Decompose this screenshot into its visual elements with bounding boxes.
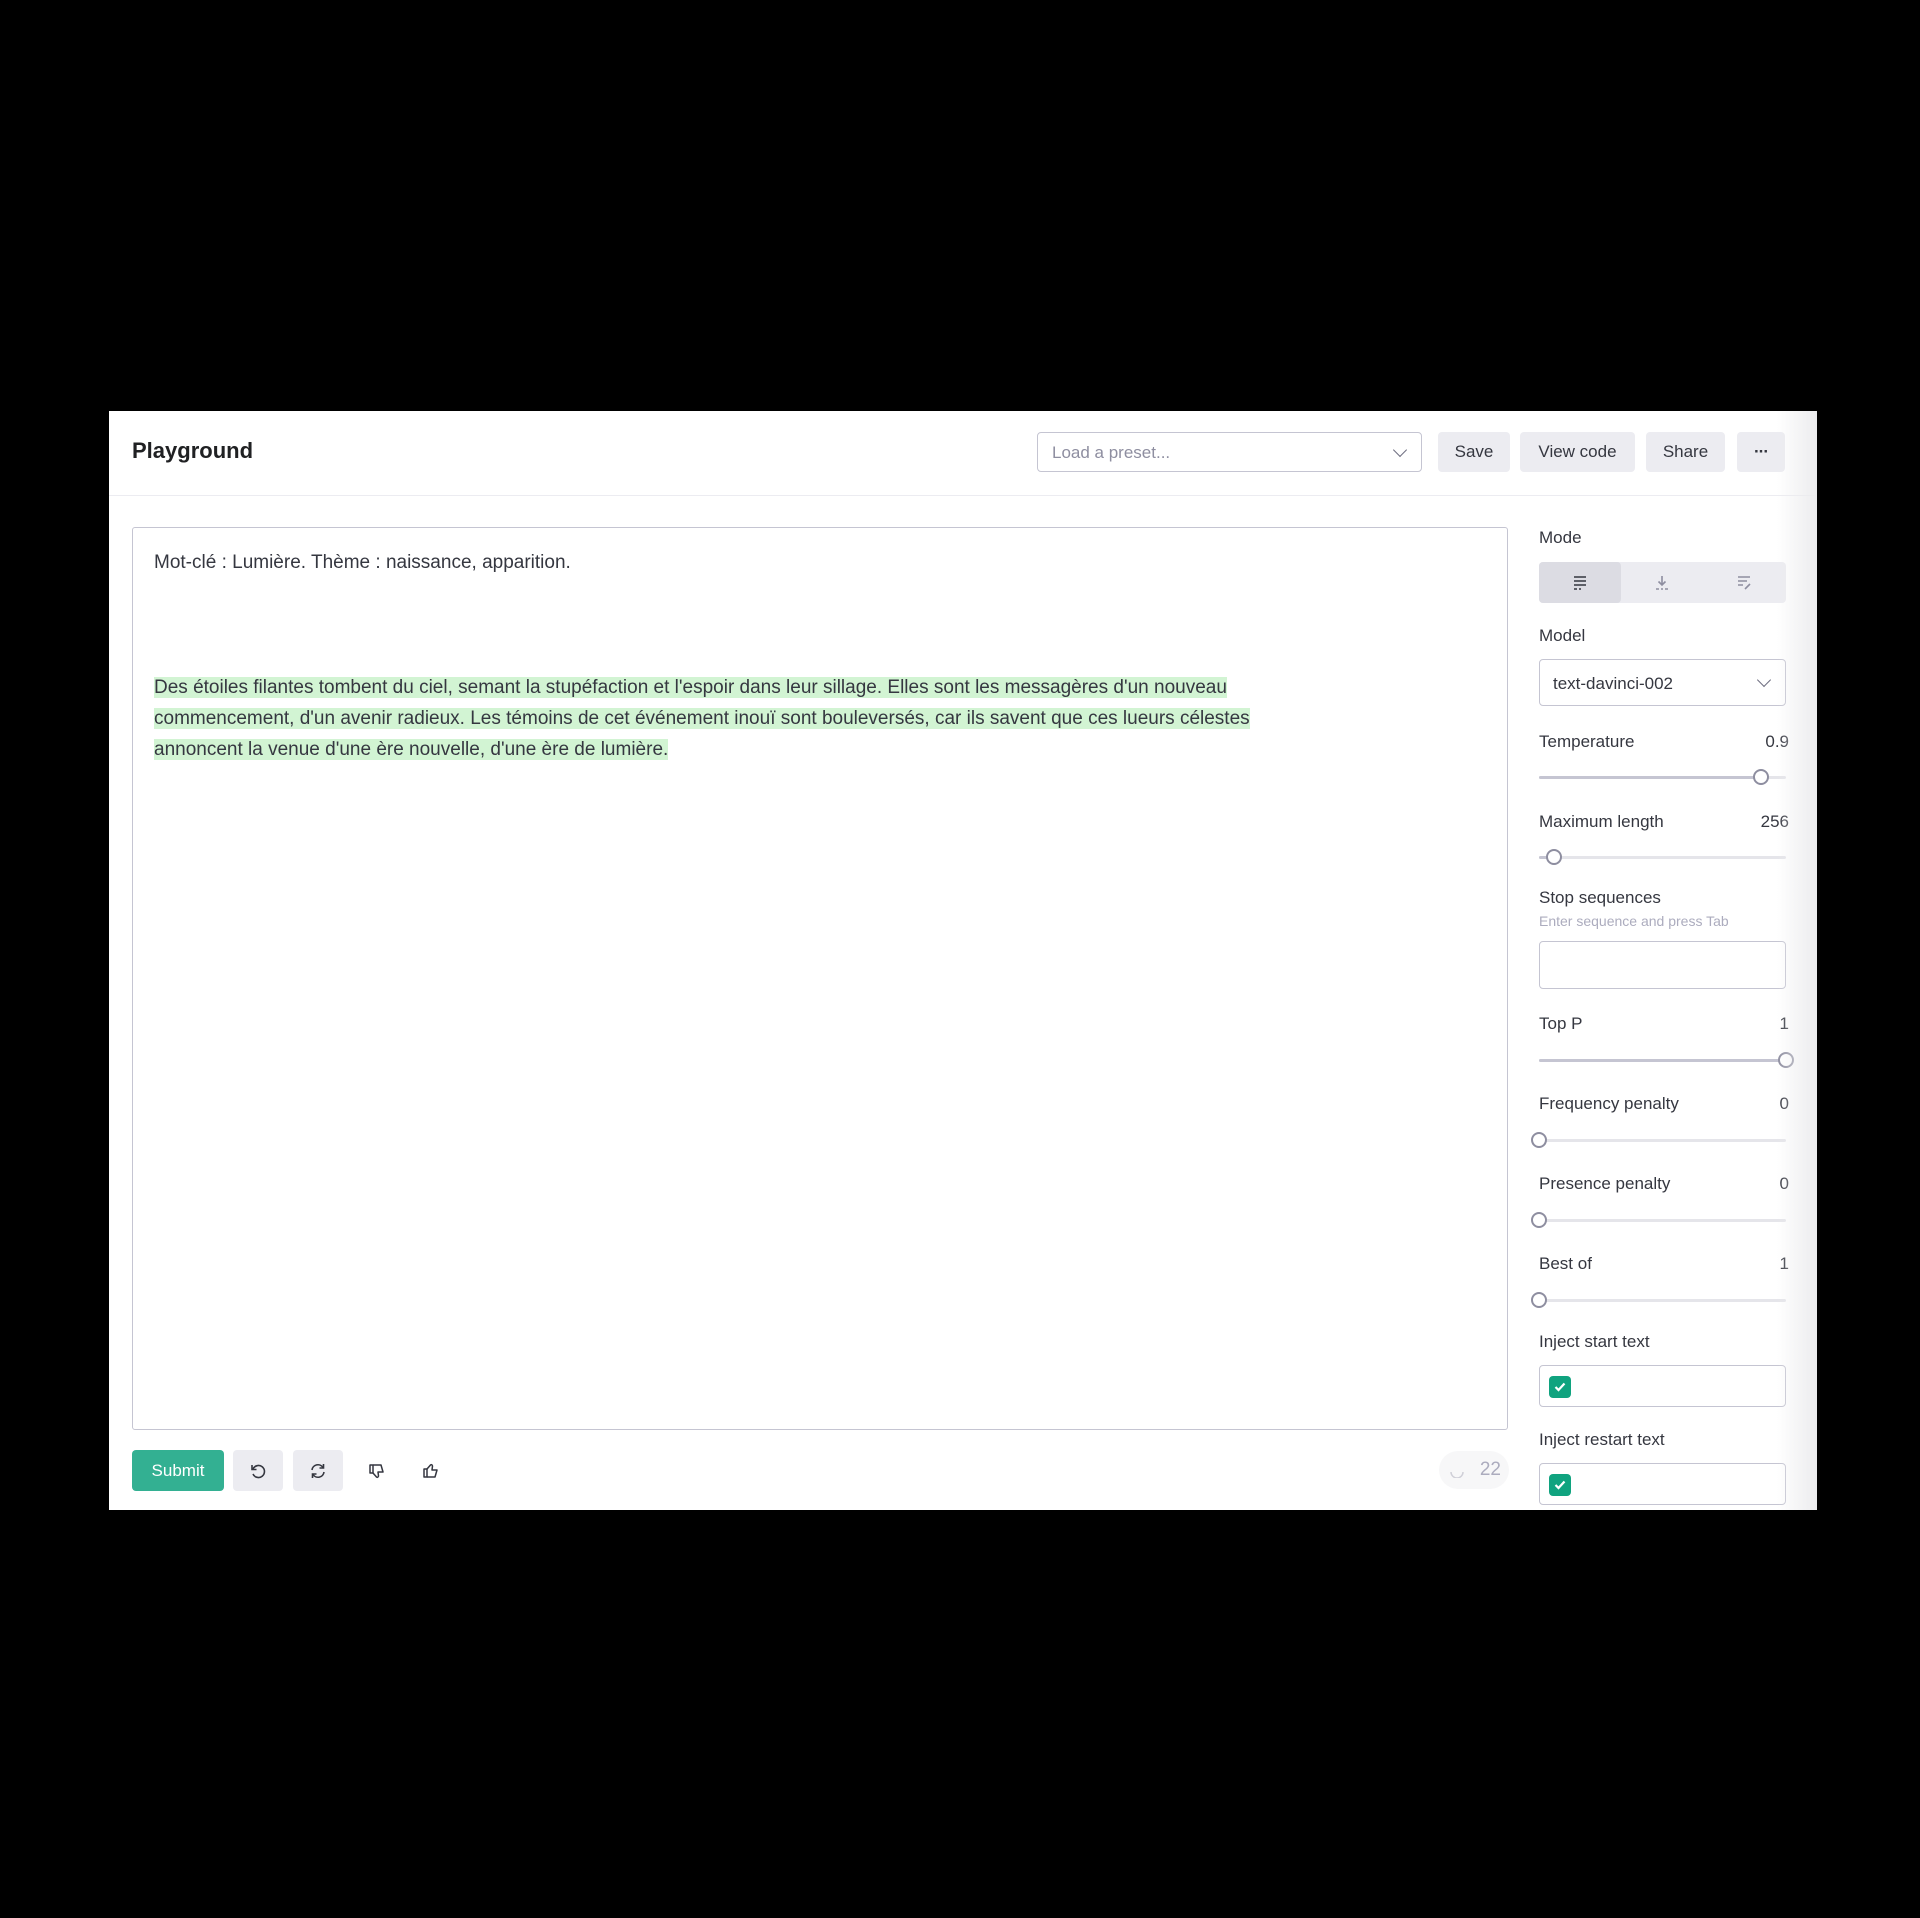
refresh-icon [311,1463,325,1478]
checkmark-icon [1554,1382,1566,1392]
temperature-slider[interactable] [1539,769,1786,785]
complete-icon [1574,575,1586,590]
slider-handle[interactable] [1531,1212,1547,1228]
mode-selector[interactable] [1539,562,1786,603]
preset-placeholder: Load a preset... [1052,443,1171,462]
model-value: text-davinci-002 [1553,674,1674,693]
more-icon: ··· [1754,442,1769,461]
more-options-button[interactable]: ··· [1737,432,1785,472]
max-length-slider[interactable] [1539,849,1786,865]
presence-penalty-slider[interactable] [1531,1212,1786,1228]
token-count: 22 [1479,1459,1501,1480]
presence-penalty-value: 0 [1779,1174,1789,1193]
regenerate-button[interactable] [293,1450,343,1491]
stop-sequences-input[interactable] [1539,941,1786,989]
prompt-editor[interactable]: Mot-clé : Lumière. Thème : naissance, ap… [132,527,1508,1430]
completion-line: commencement, d'un avenir radieux. Les t… [154,708,1250,729]
stop-sequences-hint: Enter sequence and press Tab [1539,913,1729,929]
max-length-label: Maximum length [1539,812,1664,831]
inject-restart-field[interactable] [1539,1463,1786,1505]
completion-line: annoncent la venue d'une ère nouvelle, d… [154,739,669,760]
mode-complete-button[interactable] [1539,562,1621,603]
thumbs-up-button[interactable] [411,1450,451,1491]
slider-handle[interactable] [1531,1292,1547,1308]
frequency-penalty-label: Frequency penalty [1539,1094,1679,1113]
chevron-down-icon [1392,442,1408,458]
frequency-penalty-slider[interactable] [1531,1132,1786,1148]
top-p-value: 1 [1779,1014,1789,1033]
max-length-value: 256 [1760,812,1789,831]
top-p-label: Top P [1539,1014,1583,1033]
top-p-slider[interactable] [1539,1052,1794,1068]
inject-start-field[interactable] [1539,1365,1786,1407]
share-button[interactable]: Share [1646,432,1725,472]
thumbs-up-icon [423,1463,438,1478]
stop-sequences-label: Stop sequences [1539,888,1661,907]
view-code-button[interactable]: View code [1520,432,1635,472]
page-title: Playground [132,438,254,463]
inject-restart-label: Inject restart text [1539,1430,1665,1449]
temperature-value: 0.9 [1765,732,1789,751]
save-button[interactable]: Save [1438,432,1510,472]
inject-start-checkbox[interactable] [1549,1376,1571,1398]
best-of-value: 1 [1779,1254,1789,1273]
presence-penalty-label: Presence penalty [1539,1174,1671,1193]
mode-label: Mode [1539,528,1582,547]
prompt-text: Mot-clé : Lumière. Thème : naissance, ap… [154,552,571,573]
chevron-down-icon [1756,672,1772,688]
edit-icon [1738,575,1751,590]
temperature-label: Temperature [1539,732,1635,751]
preset-select[interactable]: Load a preset... [1037,432,1422,472]
model-label: Model [1539,626,1586,645]
header: Playground Load a preset... Save View co… [109,411,1817,496]
completion-line: Des étoiles filantes tombent du ciel, se… [154,677,1227,698]
inject-restart-checkbox[interactable] [1549,1474,1571,1496]
model-select[interactable]: text-davinci-002 [1539,659,1786,706]
thumbs-down-button[interactable] [357,1450,397,1491]
slider-handle[interactable] [1531,1132,1547,1148]
undo-button[interactable] [233,1450,283,1491]
thumbs-down-icon [369,1463,384,1478]
loading-arc-icon [1450,1471,1464,1478]
best-of-label: Best of [1539,1254,1592,1273]
token-counter: 22 [1439,1451,1509,1489]
undo-icon [251,1464,266,1478]
slider-handle[interactable] [1545,849,1562,865]
checkmark-icon [1554,1480,1566,1490]
frequency-penalty-value: 0 [1779,1094,1789,1113]
best-of-slider[interactable] [1531,1292,1786,1308]
slider-handle[interactable] [1753,769,1770,785]
completion-text: Des étoiles filantes tombent du ciel, se… [154,672,1474,765]
mode-edit-button[interactable] [1703,562,1785,603]
playground-window: Playground Load a preset... Save View co… [109,411,1817,1510]
submit-button[interactable]: Submit [132,1450,224,1491]
slider-handle[interactable] [1778,1052,1794,1068]
inject-start-label: Inject start text [1539,1332,1650,1351]
mode-insert-button[interactable] [1621,562,1703,603]
insert-icon [1656,575,1668,590]
